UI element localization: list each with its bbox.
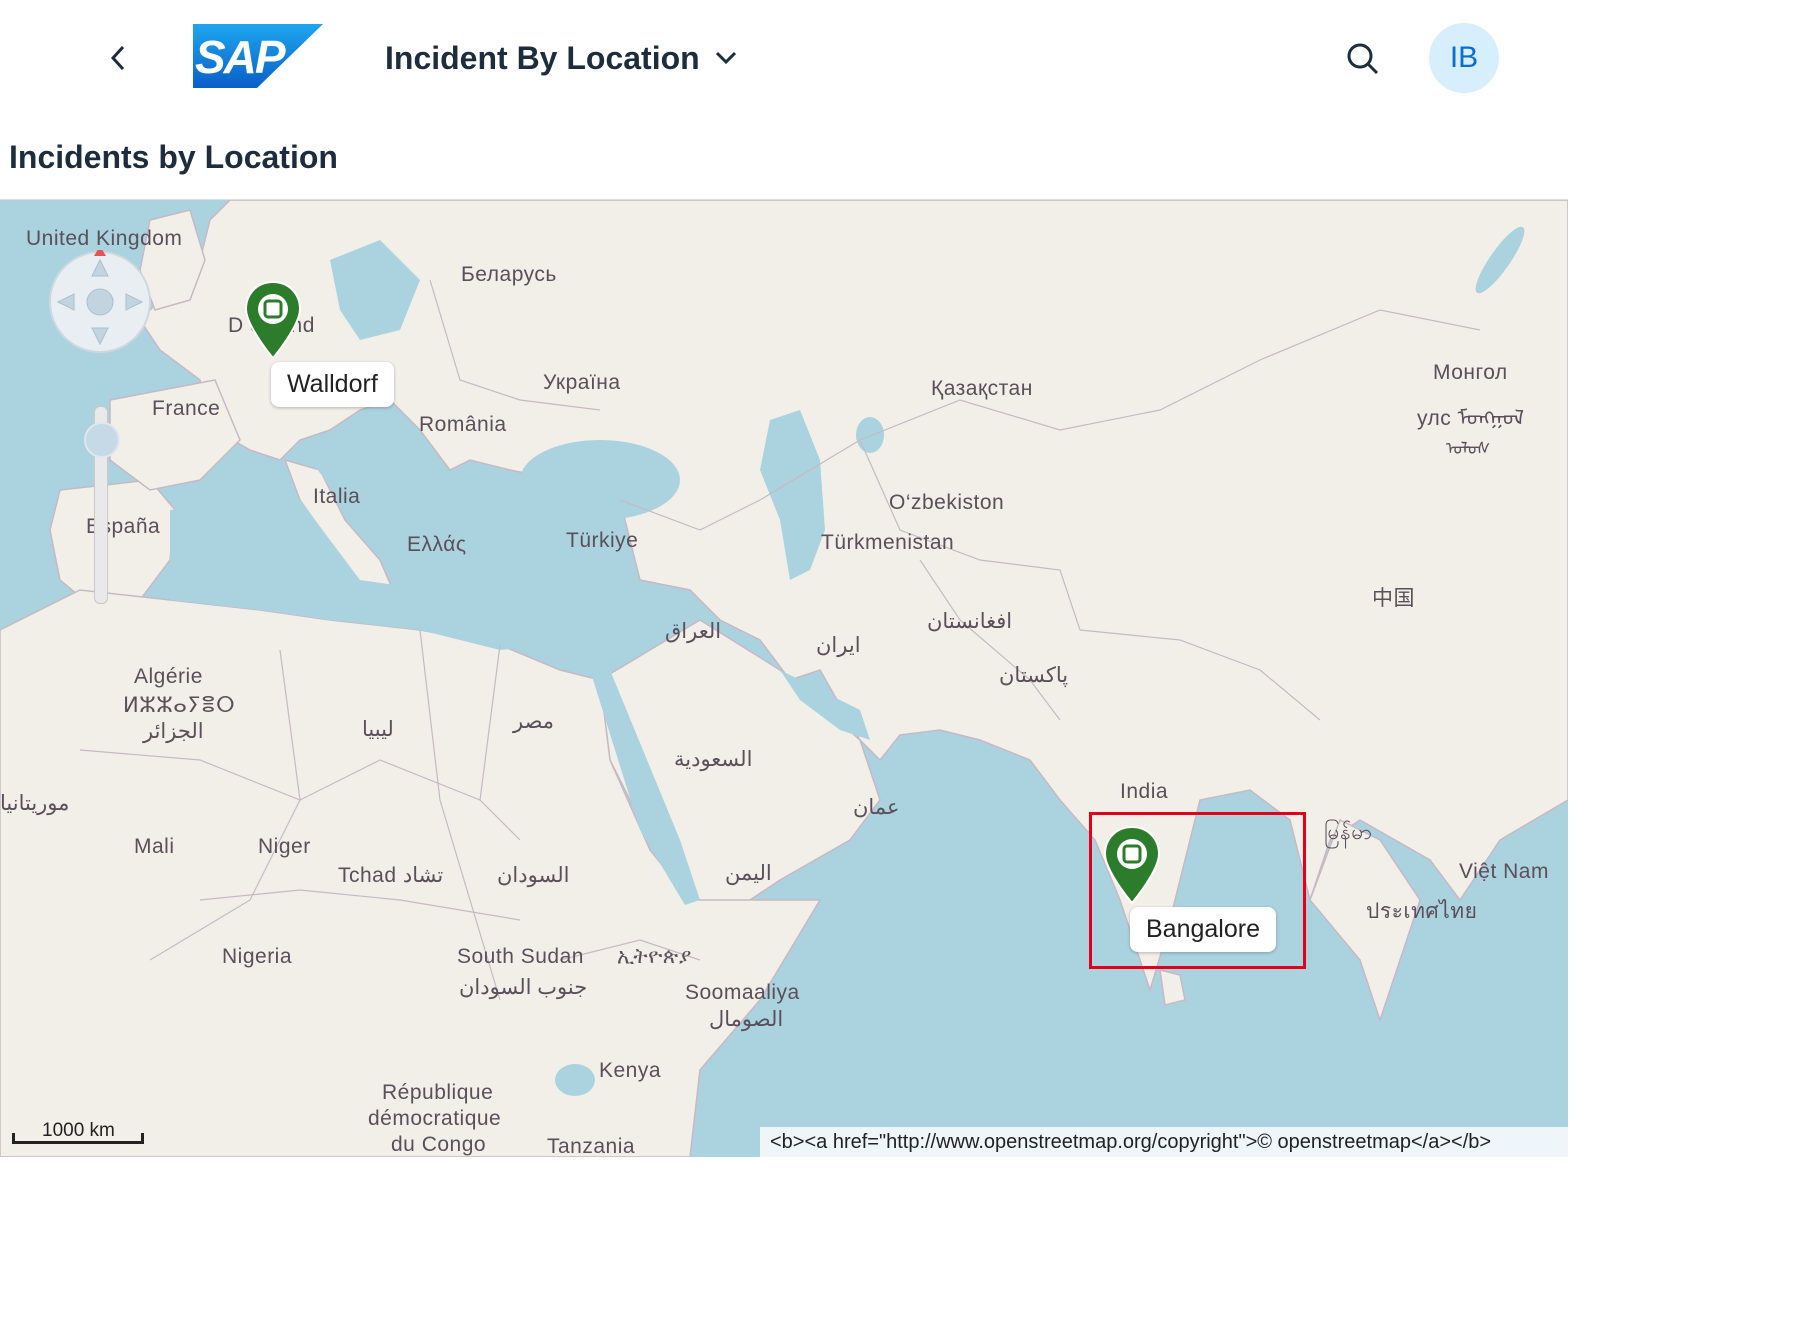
country-label: افغانستان <box>927 610 1013 633</box>
location-pin-icon <box>244 280 302 360</box>
country-label: Nigeria <box>222 945 293 968</box>
country-label: العراق <box>665 620 722 643</box>
country-label: România <box>419 413 507 436</box>
country-label: Қазақстан <box>931 377 1033 400</box>
country-label: Ελλάς <box>407 533 467 556</box>
sap-logo: SAP <box>193 24 323 88</box>
country-label: Україна <box>543 371 621 394</box>
map-scale-bar: 1000 km <box>12 1120 144 1144</box>
country-label: Algérie <box>134 665 203 688</box>
country-label: France <box>152 397 221 420</box>
app-title-menu[interactable]: Incident By Location <box>385 36 738 80</box>
country-label: Tanzania <box>547 1135 636 1157</box>
country-label: مصر <box>513 710 555 733</box>
shell-bar: SAP Incident By Location IB <box>0 0 1568 115</box>
map-base-layer <box>0 200 1568 1157</box>
app-title: Incident By Location <box>385 39 700 76</box>
country-label: الصومال <box>709 1008 784 1031</box>
country-label: السعودية <box>674 748 753 771</box>
user-avatar[interactable]: IB <box>1429 23 1499 93</box>
country-label: République <box>382 1081 494 1104</box>
chevron-down-icon <box>715 51 736 65</box>
zoom-slider-handle[interactable] <box>84 422 120 458</box>
country-label: India <box>1120 780 1169 803</box>
back-button[interactable] <box>96 36 140 80</box>
country-label: ประเทศไทย <box>1366 900 1478 923</box>
country-label: Mali <box>134 835 175 858</box>
country-label: Soomaaliya <box>685 981 800 1004</box>
search-icon <box>1347 43 1379 75</box>
country-label: الجزائر <box>143 720 204 743</box>
country-label: Türkiye <box>566 529 639 552</box>
country-label: Беларусь <box>461 263 557 286</box>
marker-label-walldorf[interactable]: Walldorf <box>271 362 394 407</box>
country-label: United Kingdom <box>26 227 183 250</box>
country-label: پاکستان <box>999 664 1069 687</box>
map-view[interactable]: United Kingdom D chland Беларусь Україна… <box>0 200 1568 1157</box>
country-label: Niger <box>258 835 311 858</box>
country-label: улс ᠮᠣᠩᠭᠣᠯ <box>1417 407 1525 430</box>
country-label: عمان <box>853 796 900 819</box>
map-attribution: <b><a href="http://www.openstreetmap.org… <box>760 1127 1568 1157</box>
country-label: Italia <box>313 485 361 508</box>
country-label: O‘zbekiston <box>889 491 1005 514</box>
country-label: Tchad تشاد <box>338 864 444 887</box>
country-label: ⵍⵣⵣⴰⵢⴻⵔ <box>123 694 236 717</box>
map-pan-control[interactable] <box>48 246 152 354</box>
country-label: 中国 <box>1372 587 1415 610</box>
country-label: اليمن <box>725 862 772 885</box>
country-label: Türkmenistan <box>821 531 955 554</box>
highlight-box <box>1089 812 1306 969</box>
country-label: ᠤᠯᠤᠰ <box>1446 439 1491 458</box>
country-label: South Sudan <box>457 945 584 968</box>
country-label: ایران <box>816 634 861 657</box>
country-label: du Congo <box>391 1133 487 1156</box>
pan-compass-icon <box>49 246 151 353</box>
country-label: موريتانيا <box>0 792 70 815</box>
attribution-text: <b><a href="http://www.openstreetmap.org… <box>770 1130 1492 1153</box>
page-header: Incidents by Location <box>0 115 1568 201</box>
country-label: Монгол <box>1433 361 1508 384</box>
country-label: Kenya <box>599 1059 662 1082</box>
country-label: démocratique <box>368 1107 502 1130</box>
map-marker-walldorf[interactable] <box>244 280 302 360</box>
country-label: မြန်မာ <box>1324 821 1373 844</box>
country-label: ኢትዮጵያ <box>617 945 692 968</box>
country-label: السودان <box>497 864 570 887</box>
sap-logo-text: SAP <box>195 31 286 83</box>
country-label: جنوب السودان <box>459 976 588 999</box>
avatar-initials: IB <box>1449 41 1479 74</box>
country-label: Việt Nam <box>1459 860 1549 883</box>
chevron-left-icon <box>110 45 125 71</box>
search-button[interactable] <box>1340 36 1386 82</box>
page-title: Incidents by Location <box>9 139 338 175</box>
country-label: ليبيا <box>362 718 394 741</box>
scale-line <box>12 1133 144 1144</box>
